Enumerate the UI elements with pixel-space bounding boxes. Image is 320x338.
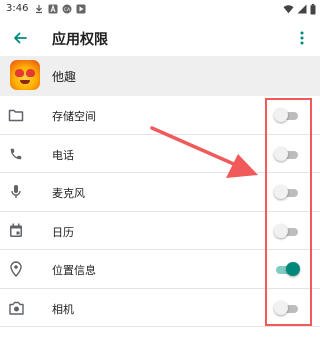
- permission-label: 相机: [52, 302, 74, 316]
- permission-label: 电话: [52, 148, 74, 162]
- location-icon: [8, 261, 24, 277]
- status-notification-icons: CA: [34, 3, 86, 15]
- phone-icon: [8, 146, 24, 162]
- location-toggle[interactable]: [274, 262, 300, 276]
- status-system-icons: [283, 3, 316, 15]
- microphone-toggle[interactable]: [274, 185, 300, 199]
- camera-toggle[interactable]: [274, 300, 300, 315]
- calendar-toggle[interactable]: [274, 223, 300, 238]
- signal-icon: [297, 4, 307, 14]
- permission-row-location[interactable]: 位置信息: [0, 250, 320, 289]
- permission-list: 存储空间 电话 麦克风 日历 位置信息 相机: [0, 96, 320, 327]
- storage-toggle[interactable]: [274, 108, 300, 122]
- mic-icon: [8, 184, 24, 200]
- permission-row-calendar[interactable]: 日历: [0, 211, 320, 250]
- more-vert-icon: [300, 31, 304, 45]
- app-header: 他趣: [0, 56, 320, 96]
- a-icon: [48, 4, 58, 14]
- ca-icon: CA: [62, 4, 72, 14]
- permission-label: 存储空间: [52, 110, 96, 123]
- permission-label: 位置信息: [52, 264, 96, 277]
- app-name: 他趣: [52, 70, 77, 84]
- status-time: 3:46: [6, 3, 29, 14]
- app-icon: [10, 60, 40, 90]
- permission-row-microphone[interactable]: 麦克风: [0, 173, 320, 212]
- calendar-icon: [8, 223, 24, 239]
- app-bar: 应用权限: [0, 20, 320, 56]
- battery-icon: [310, 3, 316, 14]
- status-bar: 3:46 CA: [0, 0, 320, 20]
- back-button[interactable]: [8, 26, 32, 50]
- play-store-icon: [76, 4, 86, 14]
- arrow-back-icon: [14, 32, 27, 44]
- phone-toggle[interactable]: [274, 146, 300, 161]
- page-title: 应用权限: [52, 32, 108, 48]
- more-options-button[interactable]: [290, 26, 314, 50]
- svg-text:CA: CA: [64, 7, 71, 13]
- permission-label: 麦克风: [52, 187, 85, 200]
- download-icon: [36, 5, 42, 14]
- permission-row-storage[interactable]: 存储空间: [0, 96, 320, 135]
- permission-label: 日历: [52, 225, 74, 239]
- permission-row-camera[interactable]: 相机: [0, 288, 320, 327]
- permission-row-phone[interactable]: 电话: [0, 134, 320, 173]
- wifi-icon: [283, 5, 294, 14]
- camera-icon: [8, 300, 24, 316]
- folder-icon: [8, 107, 24, 123]
